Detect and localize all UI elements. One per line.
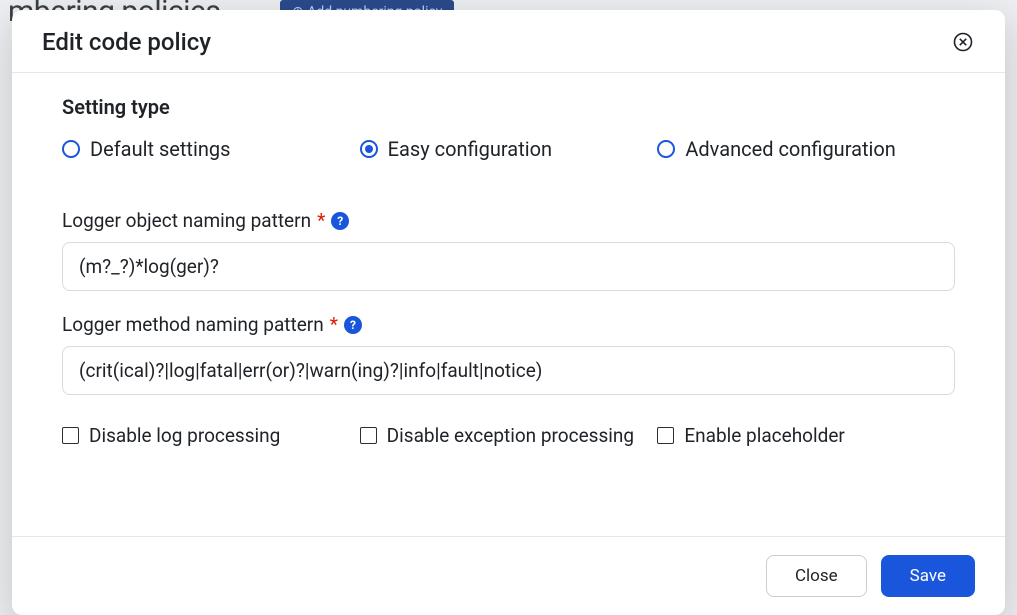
checkbox-icon: [657, 427, 674, 444]
field-label-text: Logger object naming pattern: [62, 209, 311, 232]
checkbox-label: Enable placeholder: [684, 423, 845, 449]
checkbox-icon: [62, 427, 79, 444]
checkbox-disable-log-processing[interactable]: Disable log processing: [62, 423, 360, 449]
setting-type-radio-group: Default settings Easy configuration Adva…: [62, 137, 955, 161]
help-icon[interactable]: ?: [344, 316, 362, 334]
modal-header: Edit code policy: [12, 10, 1005, 73]
logger-method-pattern-label: Logger method naming pattern * ?: [62, 313, 955, 336]
radio-label: Advanced configuration: [685, 137, 896, 161]
close-button[interactable]: Close: [766, 555, 867, 597]
radio-easy-configuration[interactable]: Easy configuration: [360, 137, 658, 161]
checkbox-row: Disable log processing Disable exception…: [62, 423, 955, 449]
required-asterisk: *: [330, 313, 338, 336]
setting-type-heading: Setting type: [62, 95, 955, 119]
checkbox-label: Disable exception processing: [387, 423, 634, 449]
radio-label: Easy configuration: [388, 137, 552, 161]
field-label-text: Logger method naming pattern: [62, 313, 324, 336]
save-button[interactable]: Save: [881, 555, 975, 597]
modal-body: Setting type Default settings Easy confi…: [12, 73, 1005, 536]
checkbox-icon: [360, 427, 377, 444]
close-icon[interactable]: [951, 30, 975, 54]
checkbox-enable-placeholder[interactable]: Enable placeholder: [657, 423, 955, 449]
edit-code-policy-modal: Edit code policy Setting type Default se…: [12, 10, 1005, 615]
checkbox-label: Disable log processing: [89, 423, 280, 449]
logger-object-pattern-input[interactable]: [62, 242, 955, 291]
radio-icon: [62, 140, 80, 158]
radio-icon: [657, 140, 675, 158]
radio-advanced-configuration[interactable]: Advanced configuration: [657, 137, 955, 161]
radio-label: Default settings: [90, 137, 230, 161]
modal-footer: Close Save: [12, 536, 1005, 615]
radio-default-settings[interactable]: Default settings: [62, 137, 360, 161]
logger-object-pattern-label: Logger object naming pattern * ?: [62, 209, 955, 232]
modal-title: Edit code policy: [42, 28, 211, 56]
logger-method-pattern-input[interactable]: [62, 346, 955, 395]
radio-icon: [360, 140, 378, 158]
checkbox-disable-exception-processing[interactable]: Disable exception processing: [360, 423, 658, 449]
required-asterisk: *: [317, 209, 325, 232]
help-icon[interactable]: ?: [331, 212, 349, 230]
